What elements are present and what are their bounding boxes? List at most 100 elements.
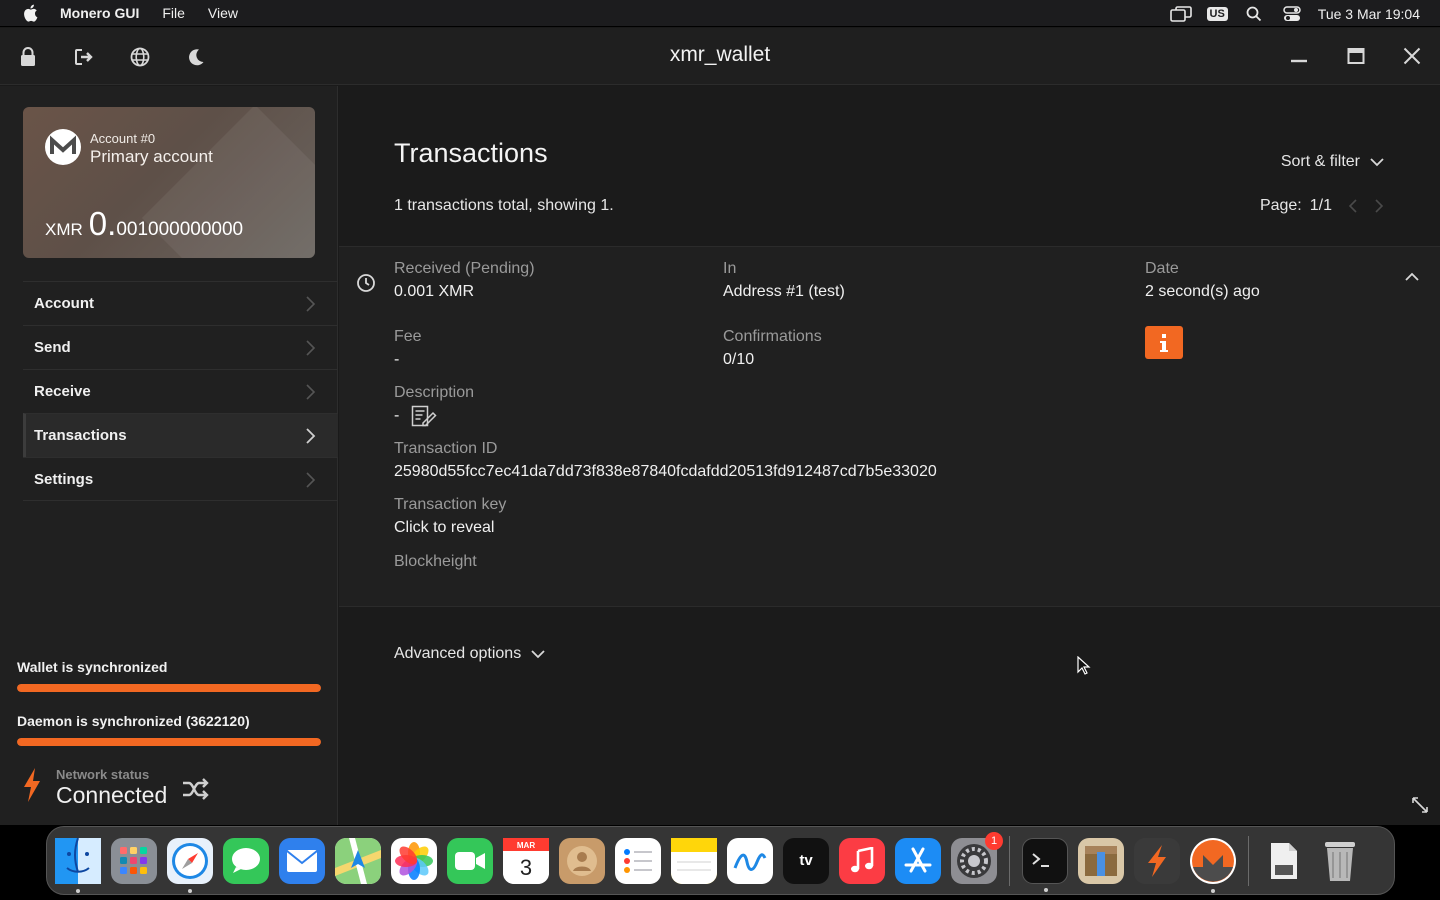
launchpad-icon[interactable] [111,837,157,884]
edit-description-icon[interactable] [411,405,437,427]
monero-icon[interactable] [1190,837,1236,893]
advanced-options-toggle[interactable]: Advanced options [394,645,545,663]
tx-id-value[interactable]: 25980d55fcc7ec41da7dd73f838e87840fcdafdd… [394,463,937,481]
transactions-page: Transactions 1 transactions total, showi… [339,86,1440,825]
page-title: Transactions [394,138,548,168]
window-title: xmr_wallet [669,43,771,66]
contacts-icon[interactable] [559,837,605,884]
notes-icon[interactable] [671,837,717,884]
running-indicator [1044,887,1048,892]
tx-type-label: Received (Pending) [394,260,535,277]
sidebar-nav: Account Send Receive Transactions Settin… [23,281,338,501]
safari-icon[interactable] [167,837,213,893]
resize-handle-icon[interactable] [1411,796,1429,814]
screen-mirroring-icon[interactable] [1169,5,1193,23]
sidebar-item-label: Transactions [34,427,127,444]
reminders-icon[interactable] [615,837,661,884]
menu-app-name[interactable]: Monero GUI [60,5,139,21]
daemon-sync-progress [17,738,321,746]
freeform-icon[interactable] [727,837,773,884]
window-title-bar: xmr_wallet [0,28,1440,85]
info-icon [1160,333,1168,352]
network-status: Network status Connected [20,764,330,814]
menubar-clock[interactable]: Tue 3 Mar 19:04 [1318,6,1420,22]
running-indicator [1211,888,1215,893]
music-icon[interactable] [839,837,885,884]
switch-node-shuffle-icon[interactable] [182,777,210,801]
previous-page-icon[interactable] [1348,199,1358,213]
input-source-badge[interactable]: US [1206,6,1228,21]
macos-dock: MAR 3 tv 1 [46,826,1395,895]
notification-badge: 1 [985,831,1003,850]
apple-menu-icon[interactable] [22,4,38,22]
network-status-label: Network status [56,767,150,782]
sidebar-item-send[interactable]: Send [23,325,338,369]
sort-filter-button[interactable]: Sort & filter [1281,153,1384,171]
sidebar-item-label: Receive [34,383,91,400]
trash-icon[interactable] [1317,838,1363,884]
calendar-month: MAR [517,841,535,850]
sidebar-item-account[interactable]: Account [23,281,338,325]
account-name: Primary account [90,147,213,166]
network-status-value: Connected [56,782,168,808]
app-store-icon[interactable] [895,837,941,884]
facetime-icon[interactable] [447,837,493,884]
tx-confirmations-value: 0/10 [723,351,755,368]
spotlight-search-icon[interactable] [1242,5,1266,23]
menu-file[interactable]: File [162,5,185,21]
maximize-button[interactable] [1344,44,1368,68]
account-card[interactable]: Account #0 Primary account XMR 0. 001000… [23,107,315,258]
terminal-icon[interactable] [1022,837,1068,892]
maps-icon[interactable] [335,837,381,884]
balance-currency: XMR [45,220,83,239]
minimize-button[interactable] [1287,44,1311,68]
daemon-sync-progress-fill [17,738,321,746]
document-icon[interactable] [1261,838,1307,884]
mail-icon[interactable] [279,837,325,884]
control-center-icon[interactable] [1280,5,1304,23]
messages-icon[interactable] [223,837,269,884]
sidebar-item-label: Send [34,339,71,356]
finder-icon[interactable] [55,837,101,893]
account-number: Account #0 [90,131,156,146]
page-value: 1/1 [1309,197,1332,214]
apple-tv-icon[interactable]: tv [783,837,829,884]
mouse-pointer-icon [1077,656,1091,675]
tx-confirmations-label: Confirmations [723,328,822,345]
archive-utility-icon[interactable] [1078,837,1124,884]
transactions-summary: 1 transactions total, showing 1. [394,197,614,214]
transaction-row[interactable]: Received (Pending) 0.001 XMR In Address … [339,246,1440,607]
sidebar-item-label: Account [34,295,94,312]
calendar-icon[interactable]: MAR 3 [503,837,549,884]
tx-key-reveal-link[interactable]: Click to reveal [394,519,494,537]
tx-amount: 0.001 XMR [394,283,475,300]
sidebar-item-settings[interactable]: Settings [23,457,338,501]
sidebar-item-transactions[interactable]: Transactions [23,413,338,457]
tx-blockheight-label: Blockheight [394,553,477,570]
chevron-right-icon [306,340,316,356]
macos-menu-bar: Monero GUI File View US Tue 3 Mar 19:04 [0,0,1440,27]
sidebar: Account #0 Primary account XMR 0. 001000… [0,86,338,825]
tor-icon[interactable] [1134,837,1180,884]
chevron-right-icon [306,296,316,312]
pending-clock-icon [357,274,375,292]
system-settings-icon[interactable]: 1 [951,831,1003,884]
account-balance: XMR 0. 001000000000 [45,205,243,243]
page-label: Page: [1259,197,1302,214]
apple-tv-label: tv [799,852,813,869]
next-page-icon[interactable] [1374,199,1384,213]
close-window-button[interactable] [1400,44,1424,68]
wallet-sync-label: Wallet is synchronized [17,659,168,675]
menu-view[interactable]: View [208,5,238,21]
wallet-sync-progress-fill [17,684,321,692]
dock-separator [1248,835,1249,886]
running-indicator [76,888,80,893]
sort-filter-label: Sort & filter [1280,153,1360,170]
tx-date-value: 2 second(s) ago [1145,283,1260,300]
sidebar-item-receive[interactable]: Receive [23,369,338,413]
advanced-options-label: Advanced options [394,645,522,662]
tx-details-info-button[interactable] [1145,326,1183,359]
chevron-up-icon[interactable] [1404,271,1420,283]
photos-icon[interactable] [391,837,437,884]
chevron-down-icon [531,650,545,659]
